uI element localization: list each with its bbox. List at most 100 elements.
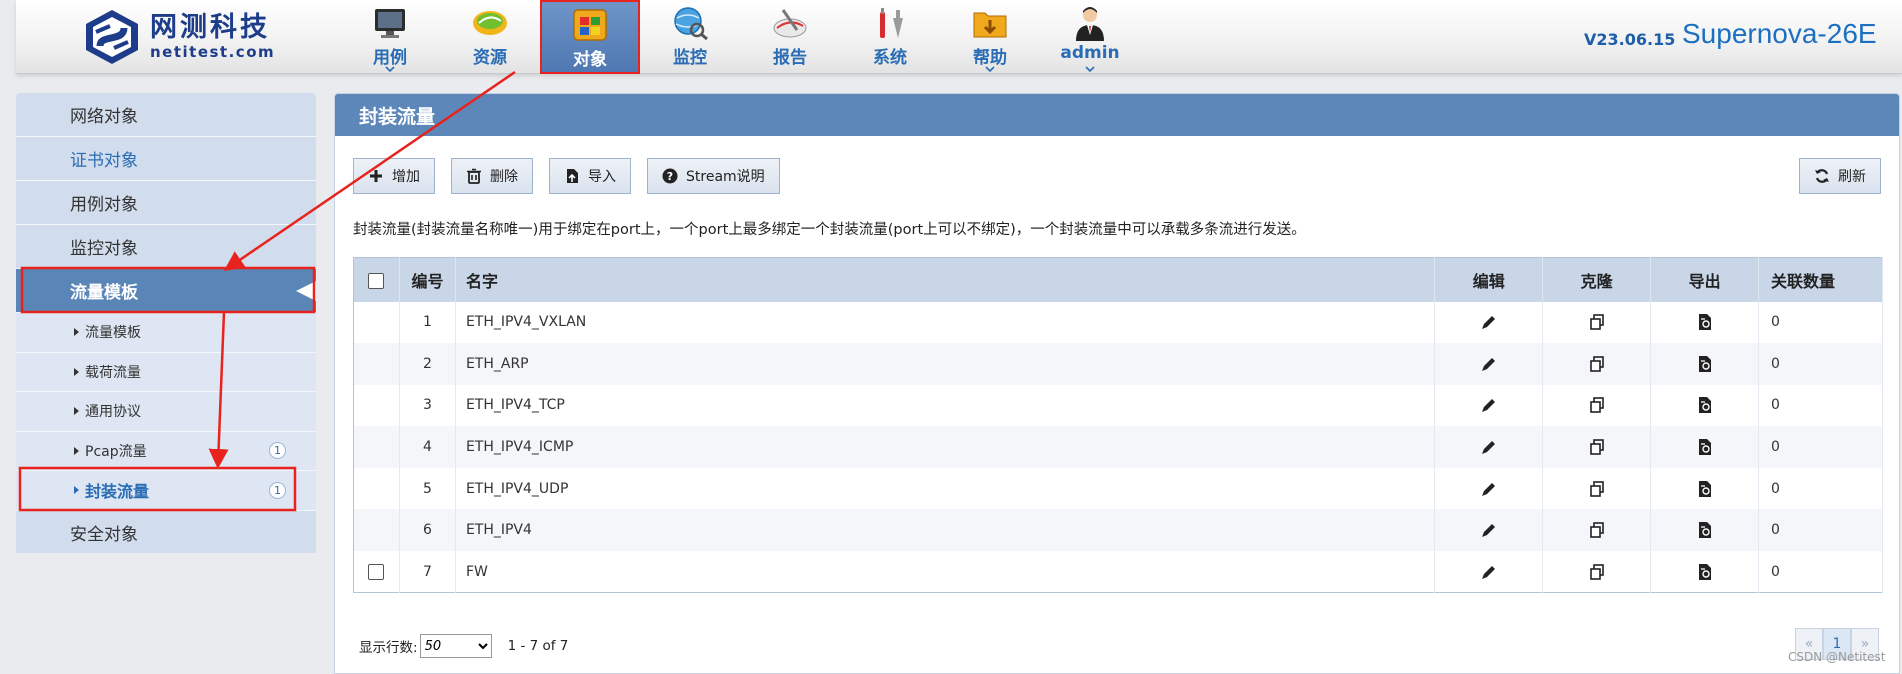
sidebar-subitem-encap-traffic[interactable]: 封装流量 1	[16, 471, 316, 511]
nav-item-objects[interactable]: 对象	[540, 0, 640, 74]
nav-item-monitor[interactable]: 监控	[640, 0, 740, 74]
delete-button[interactable]: 删除	[451, 158, 533, 194]
row-clone-cell	[1542, 426, 1652, 468]
row-count: 0	[1758, 551, 1883, 593]
sidebar-item-usecase-objects[interactable]: 用例对象	[16, 181, 316, 225]
sidebar-subitem-label: 流量模板	[85, 325, 141, 342]
encap-traffic-table: 编号 名字 编辑 克隆 导出 关联数量 1 ETH_IPV4_VXLAN 0 2 ETH…	[353, 257, 1883, 594]
panel-title: 封装流量	[335, 94, 1899, 136]
row-name: ETH_IPV4	[455, 509, 1436, 552]
page-range: 1 - 7 of 7	[507, 638, 569, 654]
row-name: ETH_ARP	[455, 343, 1436, 385]
nav-item-system[interactable]: 系统	[840, 0, 940, 74]
nav-label: 用例	[373, 48, 407, 68]
row-edit-cell	[1434, 301, 1544, 344]
row-checkbox[interactable]	[368, 563, 385, 580]
main-panel: 封装流量 增加 删除 导入 ? Stream说明 刷新 封装流量(封装流量名称唯…	[334, 93, 1900, 674]
add-button[interactable]: 增加	[353, 158, 435, 194]
row-select-cell	[353, 384, 400, 427]
row-edit-cell	[1434, 384, 1544, 427]
import-button-label: 导入	[588, 169, 616, 185]
version-label: V23.06.15	[1584, 30, 1676, 49]
file-export-icon[interactable]	[1696, 480, 1714, 498]
row-name: ETH_IPV4_TCP	[455, 384, 1436, 427]
sidebar-subitem-label: 载荷流量	[85, 364, 141, 381]
row-export-cell	[1650, 384, 1760, 427]
import-button[interactable]: 导入	[549, 158, 631, 194]
nav-item-resource[interactable]: 资源	[440, 0, 540, 74]
sidebar-subitem-generic-protocol[interactable]: 通用协议	[16, 392, 316, 432]
file-export-icon[interactable]	[1696, 438, 1714, 456]
file-export-icon[interactable]	[1696, 521, 1714, 539]
file-export-icon[interactable]	[1696, 396, 1714, 414]
pencil-icon[interactable]	[1480, 521, 1498, 539]
sidebar-item-network-objects[interactable]: 网络对象	[16, 93, 316, 137]
pencil-icon[interactable]	[1480, 396, 1498, 414]
sidebar-item-label: 网络对象	[70, 107, 138, 127]
nav-item-help[interactable]: 帮助	[940, 0, 1040, 74]
folder-icon	[973, 12, 1007, 38]
sidebar-item-label: 证书对象	[70, 151, 138, 171]
sidebar-item-label: 流量模板	[70, 283, 138, 303]
sidebar-item-monitor-objects[interactable]: 监控对象	[16, 225, 316, 269]
sidebar-subitem-label: 通用协议	[85, 404, 141, 421]
stream-info-button[interactable]: ? Stream说明	[647, 158, 780, 194]
row-edit-cell	[1434, 467, 1544, 510]
pencil-icon[interactable]	[1480, 563, 1498, 581]
table-row[interactable]: 1 ETH_IPV4_VXLAN 0	[353, 301, 1883, 344]
row-export-cell	[1650, 551, 1760, 593]
pencil-icon[interactable]	[1480, 438, 1498, 456]
sidebar-item-security-objects[interactable]: 安全对象	[16, 510, 316, 553]
caret-right-icon	[74, 367, 79, 376]
row-count: 0	[1758, 426, 1883, 468]
table-row[interactable]: 2 ETH_ARP 0	[353, 343, 1883, 385]
column-header-num[interactable]: 编号	[399, 257, 456, 302]
rows-per-page-select[interactable]: 50	[419, 634, 492, 658]
row-clone-cell	[1542, 551, 1652, 593]
sidebar-item-label: 安全对象	[70, 524, 138, 545]
nav-item-usecase[interactable]: 用例	[340, 0, 440, 74]
column-header-name[interactable]: 名字	[455, 257, 1436, 302]
clone-icon[interactable]	[1588, 438, 1606, 456]
pencil-icon[interactable]	[1480, 313, 1498, 331]
row-num: 2	[399, 343, 456, 385]
row-count: 0	[1758, 509, 1883, 552]
pencil-icon[interactable]	[1480, 355, 1498, 373]
clone-icon[interactable]	[1588, 355, 1606, 373]
logo-icon	[86, 10, 138, 64]
sidebar-item-cert-objects[interactable]: 证书对象	[16, 137, 316, 181]
sidebar-subitem-payload-traffic[interactable]: 载荷流量	[16, 352, 316, 392]
main-nav: 用例 资源 对象 监控 报告 系统 帮助 admin	[340, 0, 1140, 74]
table-row[interactable]: 6 ETH_IPV4 0	[353, 509, 1883, 552]
caret-right-icon	[74, 328, 79, 337]
clone-icon[interactable]	[1588, 521, 1606, 539]
clone-icon[interactable]	[1588, 396, 1606, 414]
table-row[interactable]: 4 ETH_IPV4_ICMP 0	[353, 426, 1883, 468]
clone-icon[interactable]	[1588, 313, 1606, 331]
column-header-count[interactable]: 关联数量	[1758, 257, 1883, 302]
file-export-icon[interactable]	[1696, 355, 1714, 373]
pencil-icon[interactable]	[1480, 480, 1498, 498]
nav-item-report[interactable]: 报告	[740, 0, 840, 74]
sidebar-item-traffic-templates[interactable]: 流量模板	[16, 269, 316, 313]
table-row[interactable]: 3 ETH_IPV4_TCP 0	[353, 384, 1883, 427]
select-all-checkbox[interactable]	[368, 272, 385, 289]
nav-label: 系统	[873, 48, 907, 68]
column-header-clone: 克隆	[1542, 257, 1652, 302]
file-export-icon[interactable]	[1696, 313, 1714, 331]
table-row[interactable]: 5 ETH_IPV4_UDP 0	[353, 467, 1883, 510]
sidebar-subitem-pcap-traffic[interactable]: Pcap流量 1	[16, 431, 316, 471]
clone-icon[interactable]	[1588, 563, 1606, 581]
brand-logo[interactable]: 网测科技 netitest.com	[80, 8, 275, 66]
refresh-button[interactable]: 刷新	[1799, 158, 1881, 194]
nav-label: 帮助	[973, 48, 1007, 68]
sidebar-subitem-traffic-template[interactable]: 流量模板	[16, 313, 316, 353]
clone-icon[interactable]	[1588, 480, 1606, 498]
table-row[interactable]: 7 FW 0	[353, 551, 1883, 593]
trash-icon	[467, 168, 481, 184]
sidebar: 网络对象 证书对象 用例对象 监控对象 流量模板 流量模板 载荷流量 通用协议 …	[16, 93, 316, 553]
file-import-icon	[567, 169, 578, 183]
nav-label: 资源	[473, 48, 507, 68]
file-export-icon[interactable]	[1696, 563, 1714, 581]
nav-item-admin[interactable]: admin	[1040, 0, 1140, 74]
